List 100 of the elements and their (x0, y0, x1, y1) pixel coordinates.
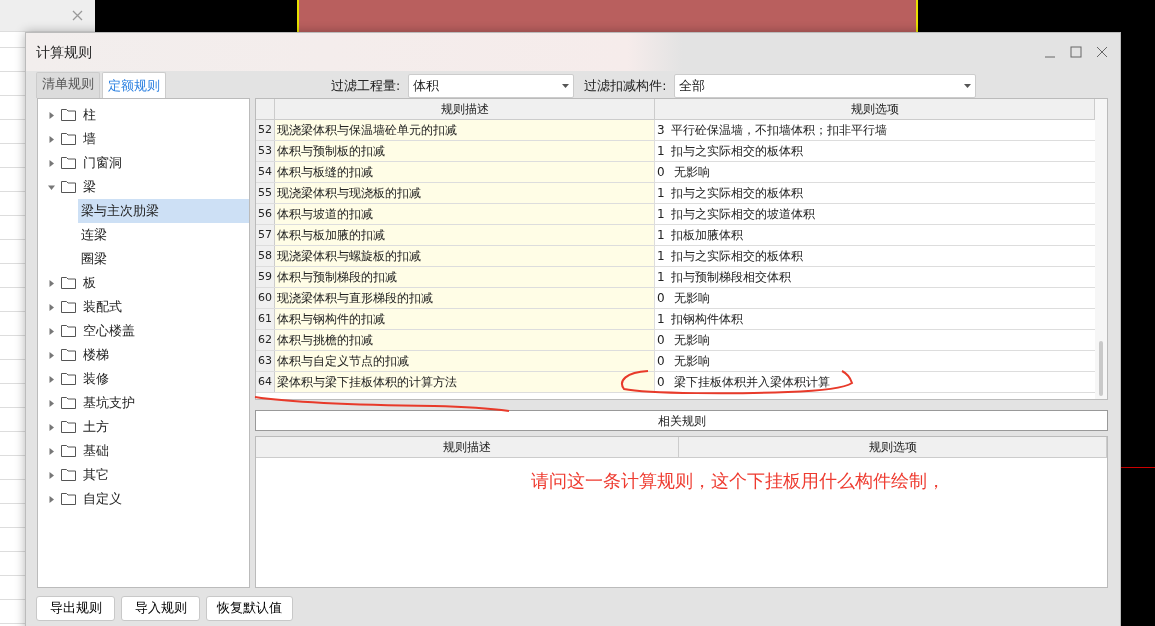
table-cell-text: 扣与之实际相交的板体积 (670, 143, 803, 160)
row-number: 62 (256, 330, 275, 350)
tree-item[interactable]: 装配式 (83, 297, 122, 317)
table-cell-text: 平行砼保温墙，不扣墙体积；扣非平行墙 (670, 122, 887, 139)
option-code: 1 (657, 311, 665, 328)
action-button[interactable]: 导出规则 (36, 596, 115, 621)
table-cell: 梁体积与梁下挂板体积的计算方法 (275, 372, 655, 392)
table-cell-text: 无影响 (673, 164, 711, 181)
caret-right-icon[interactable] (48, 303, 55, 311)
tree-item[interactable]: 其它 (83, 465, 109, 485)
table-cell-text: 扣与之实际相交的板体积 (670, 185, 803, 202)
option-code: 0 (657, 332, 665, 349)
caret-right-icon[interactable] (48, 447, 55, 455)
filter-label: 过滤扣减构件: (584, 76, 667, 95)
folder-icon (61, 157, 76, 169)
row-number: 61 (256, 309, 275, 329)
folder-icon (61, 109, 76, 121)
caret-right-icon[interactable] (48, 327, 55, 335)
option-code: 1 (657, 269, 665, 286)
row-number: 55 (256, 183, 275, 203)
table-cell: 体积与预制板的扣减 (275, 141, 655, 161)
caret-right-icon[interactable] (48, 471, 55, 479)
folder-icon (61, 301, 76, 313)
folder-icon (61, 349, 76, 361)
caret-down-icon[interactable] (964, 84, 972, 88)
action-button[interactable]: 恢复默认值 (206, 596, 293, 621)
table-cell: 体积与板加腋的扣减 (275, 225, 655, 245)
table-cell: 体积与板缝的扣减 (275, 162, 655, 182)
option-code: 0 (657, 290, 665, 307)
tree-item[interactable]: 梁 (83, 177, 96, 197)
table-cell-text: 扣与之实际相交的板体积 (670, 248, 803, 265)
window-title: 计算规则 (36, 42, 92, 62)
tree-item[interactable]: 门窗洞 (83, 153, 122, 173)
folder-icon (61, 325, 76, 337)
tree-item[interactable]: 土方 (83, 417, 109, 437)
tree-item[interactable]: 连梁 (78, 223, 249, 247)
caret-right-icon[interactable] (48, 423, 55, 431)
row-number: 57 (256, 225, 275, 245)
close-icon[interactable] (72, 10, 83, 21)
option-code: 1 (657, 143, 665, 160)
table-cell: 体积与预制梯段的扣减 (275, 267, 655, 287)
option-code: 0 (657, 353, 665, 370)
caret-right-icon[interactable] (48, 135, 55, 143)
folder-icon (61, 493, 76, 505)
tree-item[interactable]: 基础 (83, 441, 109, 461)
option-code: 0 (657, 374, 665, 391)
annotation-text: 请问这一条计算规则，这个下挂板用什么构件绘制， (531, 469, 945, 493)
caret-down-icon[interactable] (48, 183, 55, 191)
dropdown[interactable]: 全部 (674, 74, 977, 98)
tab[interactable]: 清单规则 (36, 72, 100, 98)
caret-right-icon[interactable] (48, 111, 55, 119)
caret-right-icon[interactable] (48, 279, 55, 287)
tree-item[interactable]: 空心楼盖 (83, 321, 135, 341)
tree-item[interactable]: 自定义 (83, 489, 122, 509)
tab[interactable]: 定额规则 (102, 72, 166, 98)
action-button[interactable]: 导入规则 (121, 596, 200, 621)
dropdown[interactable]: 体积 (408, 74, 575, 98)
option-code: 1 (657, 227, 665, 244)
tree-item[interactable]: 基坑支护 (83, 393, 135, 413)
table-cell: 现浇梁体积与保温墙砼单元的扣减 (275, 120, 655, 140)
filter-label: 过滤工程量: (331, 76, 401, 95)
folder-icon (61, 133, 76, 145)
option-code: 1 (657, 185, 665, 202)
row-number: 58 (256, 246, 275, 266)
tree-item[interactable]: 板 (83, 273, 96, 293)
table-cell-text: 扣与之实际相交的坡道体积 (670, 206, 815, 223)
column-header: 规则选项 (679, 437, 1107, 457)
table-cell: 体积与坡道的扣减 (275, 204, 655, 224)
option-code: 1 (657, 248, 665, 265)
table-cell-text: 扣钢构件体积 (670, 311, 743, 328)
tree-item[interactable]: 圈梁 (78, 247, 249, 271)
scrollbar-thumb[interactable] (1099, 341, 1103, 396)
column-header: 规则描述 (275, 99, 655, 119)
tree-item[interactable]: 装修 (83, 369, 109, 389)
close-icon[interactable] (1096, 46, 1108, 58)
row-number: 54 (256, 162, 275, 182)
caret-right-icon[interactable] (48, 399, 55, 407)
table-cell-text: 扣板加腋体积 (670, 227, 743, 244)
caret-right-icon[interactable] (48, 375, 55, 383)
maximize-icon[interactable] (1070, 46, 1082, 58)
row-number: 56 (256, 204, 275, 224)
tree-item[interactable]: 梁与主次肋梁 (78, 199, 249, 223)
folder-icon (61, 277, 76, 289)
table-cell: 体积与挑檐的扣减 (275, 330, 655, 350)
row-number: 60 (256, 288, 275, 308)
table-cell-text: 无影响 (673, 290, 711, 307)
caret-right-icon[interactable] (48, 159, 55, 167)
tree-item[interactable]: 柱 (83, 105, 96, 125)
table-cell: 现浇梁体积与螺旋板的扣减 (275, 246, 655, 266)
table-cell-text: 无影响 (673, 332, 711, 349)
caret-down-icon[interactable] (562, 84, 570, 88)
caret-right-icon[interactable] (48, 351, 55, 359)
folder-icon (61, 397, 76, 409)
tree-item[interactable]: 墙 (83, 129, 96, 149)
tree-item[interactable]: 楼梯 (83, 345, 109, 365)
row-number: 63 (256, 351, 275, 371)
folder-icon (61, 181, 76, 193)
row-number: 53 (256, 141, 275, 161)
table-cell: 现浇梁体积与现浇板的扣减 (275, 183, 655, 203)
caret-right-icon[interactable] (48, 495, 55, 503)
